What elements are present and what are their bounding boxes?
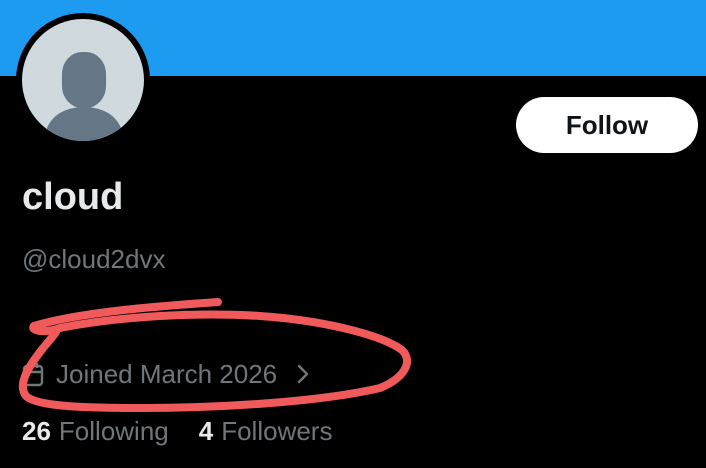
avatar[interactable]: [16, 13, 150, 147]
followers-count: 4: [198, 416, 214, 446]
avatar-head: [62, 52, 106, 108]
following-count: 26: [22, 416, 51, 446]
avatar-shoulders: [44, 107, 124, 141]
default-avatar-icon: [22, 19, 144, 141]
followers-label: Followers: [221, 416, 333, 446]
annotation-circle: [18, 298, 411, 412]
follow-button[interactable]: Follow: [516, 97, 698, 153]
joined-text: Joined March 2026: [56, 358, 278, 389]
profile-handle: @cloud2dvx: [22, 244, 166, 274]
display-name: cloud: [22, 176, 124, 218]
followers-link[interactable]: 4 Followers: [199, 414, 333, 448]
profile-stats: 26 Following 4 Followers: [22, 414, 362, 448]
calendar-icon: [22, 363, 44, 387]
following-link[interactable]: 26 Following: [22, 414, 169, 448]
profile-page: Follow cloud @cloud2dvx Joined March 202…: [0, 0, 706, 468]
chevron-right-icon: [297, 364, 309, 384]
joined-date[interactable]: Joined March 2026: [22, 356, 311, 392]
following-label: Following: [58, 416, 169, 446]
